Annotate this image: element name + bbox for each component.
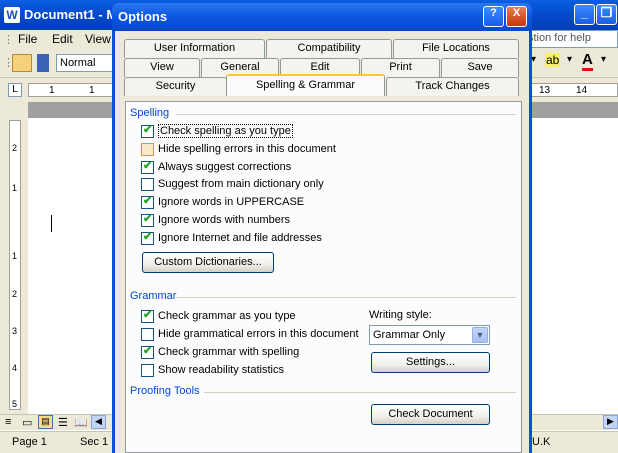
ruler-number: 14 [576,85,588,96]
checkbox-label: Check grammar as you type [158,310,296,322]
checkbox-label: Check spelling as you type [158,124,293,138]
vruler-number: 1 [12,251,18,261]
check-document-button[interactable]: Check Document [371,404,490,425]
font-color-icon[interactable]: A [582,51,593,71]
proofing-tools-group-label: Proofing Tools [130,385,200,397]
checkbox-label: Check grammar with spelling [158,346,300,358]
tab-view[interactable]: View [124,58,200,77]
web-view-icon[interactable]: ▭ [22,416,32,429]
menu-file[interactable]: File [18,32,37,46]
tab-file-locations[interactable]: File Locations [393,39,519,58]
tab-user-information[interactable]: User Information [124,39,265,58]
spelling-grammar-panel: Spelling Check spelling as you type Hide… [125,101,522,453]
checkbox-label: Hide spelling errors in this document [158,143,336,155]
menu-grip-icon: ⋮ [3,34,14,46]
vruler-number: 3 [12,326,18,336]
vertical-ruler: 2 1 1 2 3 4 5 [9,120,21,410]
proofing-separator [204,392,516,393]
checkbox-label: Suggest from main dictionary only [158,178,324,190]
checkbox-box[interactable] [141,364,154,377]
checkbox-box[interactable] [141,230,154,245]
style-select[interactable]: Normal [56,54,114,72]
open-folder-icon[interactable] [12,54,32,72]
highlight-icon[interactable]: ab [545,53,561,67]
custom-dictionaries-button[interactable]: Custom Dictionaries... [142,252,274,273]
ask-question-input[interactable]: stion for help [524,30,618,48]
reading-view-icon[interactable]: 📖 [74,416,88,429]
checkbox-box[interactable] [141,123,154,138]
status-language: U.K [532,436,551,448]
help-button[interactable]: ? [483,6,504,27]
checkbox-label: Hide grammatical errors in this document [158,328,359,340]
minimize-icon[interactable]: _ [574,4,595,25]
dialog-title: Options [118,9,168,24]
checkbox-box[interactable] [141,178,154,191]
checkbox-box[interactable] [141,308,154,323]
checkbox-box[interactable] [141,328,154,341]
spelling-group-label: Spelling [130,107,170,119]
checkbox-label: Ignore words in UPPERCASE [158,196,305,208]
text-cursor [51,215,52,232]
vruler-number: 5 [12,399,18,409]
tab-save[interactable]: Save [441,58,519,77]
scroll-right-icon[interactable]: ▶ [603,415,618,429]
outline-view-icon[interactable]: ☰ [58,416,68,429]
tab-security[interactable]: Security [124,77,227,96]
vruler-number: 2 [12,143,18,153]
styles-pane-icon[interactable] [37,54,49,72]
spelling-separator [176,114,516,115]
checkbox-box[interactable] [141,194,154,209]
grammar-separator [176,297,516,298]
options-dialog: Options ? X User Information Compatibili… [112,3,532,453]
tab-track-changes[interactable]: Track Changes [386,77,519,96]
menu-view[interactable]: View [85,32,111,46]
writing-style-value: Grammar Only [373,329,446,341]
checkbox-label: Always suggest corrections [158,161,292,173]
writing-style-select[interactable]: Grammar Only ▼ [369,325,490,345]
checkbox-box[interactable] [141,212,154,227]
grammar-group-label: Grammar [130,290,177,302]
vruler-number: 2 [12,289,18,299]
close-button[interactable]: X [506,6,527,27]
print-layout-icon[interactable]: ▤ [38,415,53,429]
checkbox-label: Ignore Internet and file addresses [158,232,322,244]
menu-edit[interactable]: Edit [52,32,73,46]
tab-selector-icon[interactable]: L [8,83,22,97]
normal-view-icon[interactable]: ≡ [5,416,11,428]
vruler-number: 4 [12,363,18,373]
ruler-number: 1 [49,85,55,96]
checkbox-box[interactable] [141,344,154,359]
ruler-number: 13 [539,85,551,96]
checkbox-label: Ignore words with numbers [158,214,291,226]
restore-icon[interactable]: ❐ [596,4,617,25]
checkbox-box[interactable] [141,143,154,156]
tab-spelling-grammar[interactable]: Spelling & Grammar [226,74,385,96]
checkbox-label: Show readability statistics [158,364,284,376]
dialog-body: User Information Compatibility File Loca… [115,31,529,453]
dialog-title-bar: Options ? X [112,3,532,31]
status-section: Sec 1 [80,436,109,448]
checkbox-box[interactable] [141,159,154,174]
ruler-number: 1 [89,85,95,96]
chevron-down-icon[interactable]: ▼ [472,327,488,343]
highlight-dropdown-icon[interactable]: ▾ [567,54,572,65]
vruler-number: 1 [12,183,18,193]
scroll-left-icon[interactable]: ◀ [91,415,106,429]
font-color-dropdown-icon[interactable]: ▾ [601,54,606,65]
status-page: Page 1 [12,436,47,448]
tab-compatibility[interactable]: Compatibility [266,39,392,58]
word-app-icon: W [4,7,20,23]
writing-style-label: Writing style: [369,309,432,321]
word-window-title: Document1 - M [24,7,118,22]
settings-button[interactable]: Settings... [371,352,490,373]
